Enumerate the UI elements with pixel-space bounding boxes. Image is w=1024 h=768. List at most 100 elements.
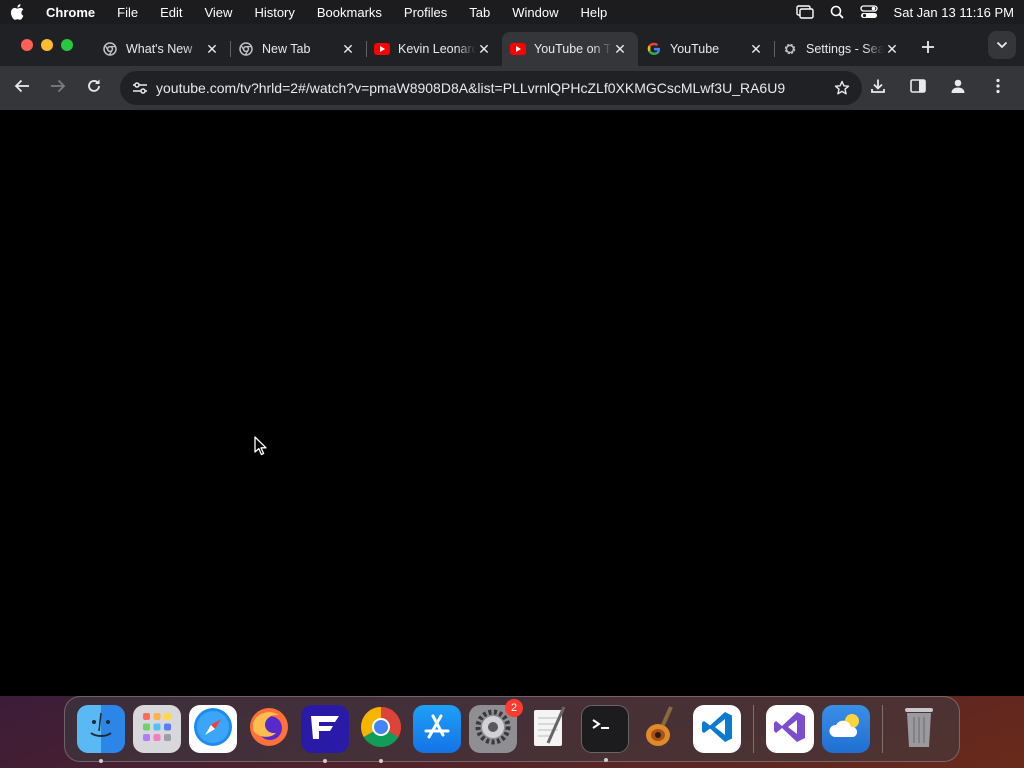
page-content-video-area[interactable]: [0, 110, 1024, 696]
gear-icon: [782, 41, 798, 57]
dock-firefox[interactable]: [245, 705, 293, 753]
dock-weather[interactable]: [822, 705, 870, 753]
notification-badge: 2: [505, 699, 523, 717]
tab-kevin-leonard[interactable]: Kevin Leonard ✕: [366, 32, 502, 66]
tab-title: Settings - Search: [806, 42, 884, 56]
downloads-button[interactable]: [862, 72, 894, 104]
menu-app-name[interactable]: Chrome: [46, 5, 95, 20]
running-indicator: [604, 758, 608, 762]
close-icon[interactable]: ✕: [884, 41, 900, 57]
dock-finder[interactable]: [77, 705, 125, 763]
download-icon: [870, 78, 886, 99]
side-panel-icon: [910, 78, 926, 98]
chrome-icon: [238, 41, 254, 57]
zoom-window-button[interactable]: [61, 39, 73, 51]
menu-file[interactable]: File: [117, 5, 138, 20]
vscode-icon: [699, 709, 735, 750]
trash-icon: [902, 705, 936, 754]
minimize-window-button[interactable]: [41, 39, 53, 51]
close-icon[interactable]: ✕: [340, 41, 356, 57]
control-center-icon[interactable]: [859, 5, 878, 19]
url-text[interactable]: youtube.com/tv?hrld=2#/watch?v=pmaW8908D…: [156, 80, 830, 96]
browser-window: What's New ✕ New Tab ✕ Kevin Leonard ✕ Y…: [0, 24, 1024, 696]
dock-trash[interactable]: [895, 705, 943, 753]
tab-whats-new[interactable]: What's New ✕: [94, 32, 231, 66]
forward-button[interactable]: [42, 72, 74, 104]
new-tab-button[interactable]: [914, 33, 942, 61]
launchpad-icon: [139, 709, 175, 750]
menu-view[interactable]: View: [204, 5, 232, 20]
menu-bar: Chrome File Edit View History Bookmarks …: [0, 0, 1024, 24]
menu-tab[interactable]: Tab: [469, 5, 490, 20]
menubar-clock[interactable]: Sat Jan 13 11:16 PM: [894, 5, 1014, 20]
menu-history[interactable]: History: [254, 5, 294, 20]
running-indicator: [323, 759, 327, 763]
side-panel-button[interactable]: [902, 72, 934, 104]
spotlight-search-icon[interactable]: [830, 5, 844, 19]
tab-new-tab[interactable]: New Tab ✕: [230, 32, 367, 66]
tab-youtube-on-tv[interactable]: YouTube on TV ✕: [502, 32, 638, 66]
dock-system-settings[interactable]: 2: [469, 699, 523, 753]
tab-strip: What's New ✕ New Tab ✕ Kevin Leonard ✕ Y…: [0, 24, 1024, 66]
dock-vscode[interactable]: [693, 705, 741, 753]
dock-visual-studio[interactable]: [766, 705, 814, 753]
arrow-right-icon: [50, 79, 66, 98]
toolbar-actions: [862, 72, 1018, 104]
address-bar[interactable]: youtube.com/tv?hrld=2#/watch?v=pmaW8908D…: [120, 71, 862, 105]
dock-launchpad[interactable]: [133, 705, 181, 753]
fenix-icon: [307, 712, 343, 747]
back-button[interactable]: [6, 72, 38, 104]
mouse-pointer-icon: [254, 436, 268, 461]
weather-icon: [826, 711, 866, 748]
reload-icon: [86, 78, 102, 99]
close-icon[interactable]: ✕: [612, 41, 628, 57]
dock-google-chrome[interactable]: [357, 705, 405, 763]
profile-button[interactable]: [942, 72, 974, 104]
youtube-icon: [374, 41, 390, 57]
tab-title: YouTube: [670, 42, 720, 56]
google-icon: [646, 41, 662, 57]
apple-menu-icon[interactable]: [10, 4, 24, 20]
window-controls: [0, 39, 94, 51]
menu-profiles[interactable]: Profiles: [404, 5, 447, 20]
tab-title: What's New: [126, 42, 193, 56]
chrome-icon: [359, 705, 403, 754]
dock-terminal[interactable]: [581, 705, 629, 762]
chrome-icon: [102, 41, 118, 57]
screen-mirroring-icon[interactable]: [795, 5, 814, 19]
tab-title: YouTube on TV: [534, 42, 612, 56]
close-icon[interactable]: ✕: [476, 41, 492, 57]
menu-help[interactable]: Help: [581, 5, 608, 20]
close-icon[interactable]: ✕: [204, 41, 220, 57]
dock-textedit[interactable]: [525, 705, 573, 753]
tab-youtube[interactable]: YouTube ✕: [638, 32, 775, 66]
app-store-icon: [421, 711, 453, 748]
running-indicator: [99, 759, 103, 763]
close-window-button[interactable]: [21, 39, 33, 51]
menu-edit[interactable]: Edit: [160, 5, 182, 20]
dock-separator: [882, 705, 883, 753]
finder-icon: [81, 707, 121, 752]
firefox-icon: [247, 705, 291, 754]
menu-window[interactable]: Window: [512, 5, 558, 20]
close-icon[interactable]: ✕: [748, 41, 764, 57]
tab-title: New Tab: [262, 42, 311, 56]
site-info-icon[interactable]: [128, 76, 152, 100]
bookmark-star-icon[interactable]: [830, 76, 854, 100]
reload-button[interactable]: [78, 72, 110, 104]
profile-avatar-icon: [950, 78, 966, 99]
chevron-down-icon: [996, 36, 1008, 54]
dock-safari[interactable]: [189, 705, 237, 753]
dock-fenix[interactable]: [301, 705, 349, 763]
dock-separator: [753, 705, 754, 753]
textedit-icon: [528, 705, 570, 754]
dock-garageband[interactable]: [637, 705, 685, 753]
tab-title: Kevin Leonard: [398, 42, 476, 56]
tab-search-button[interactable]: [988, 31, 1016, 59]
dock-app-store[interactable]: [413, 705, 461, 753]
chrome-menu-button[interactable]: [982, 72, 1014, 104]
browser-toolbar: youtube.com/tv?hrld=2#/watch?v=pmaW8908D…: [0, 66, 1024, 110]
menu-bookmarks[interactable]: Bookmarks: [317, 5, 382, 20]
youtube-icon: [510, 41, 526, 57]
tab-settings[interactable]: Settings - Search ✕: [774, 32, 910, 66]
